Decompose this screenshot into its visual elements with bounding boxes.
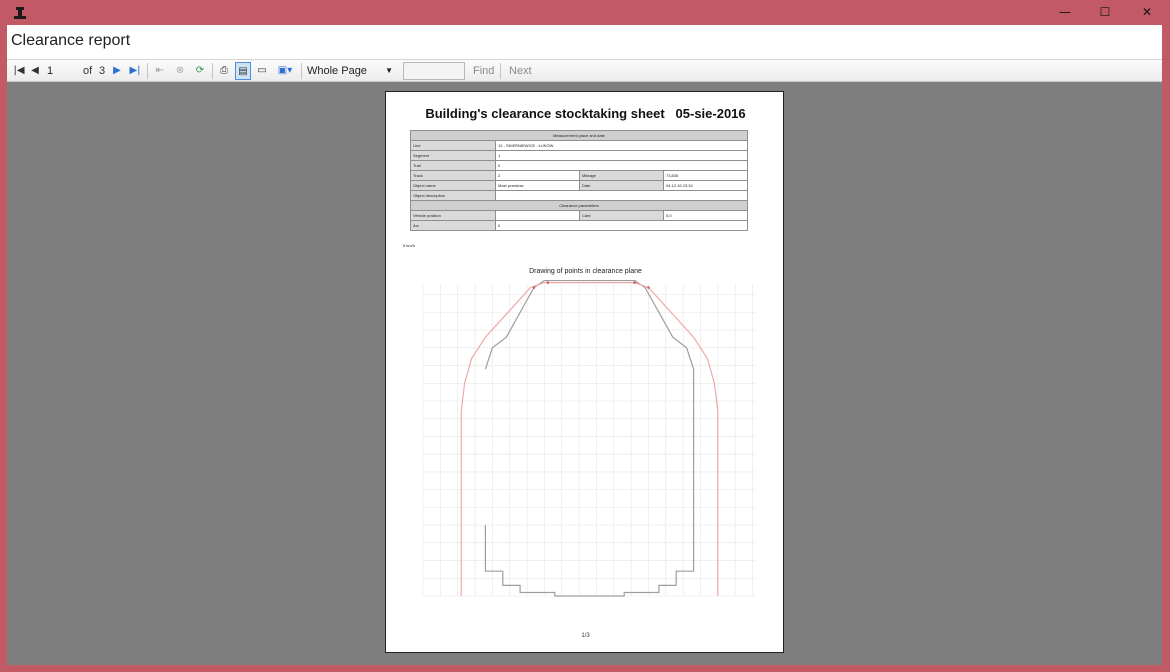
speed-note: 5 km/h xyxy=(403,243,416,248)
zoom-select[interactable]: Whole Page ▼ xyxy=(307,62,397,80)
mileage-label: Mileage xyxy=(579,170,664,181)
series-line-1 xyxy=(460,281,719,596)
clearance-params-header: Clearance parameters xyxy=(410,200,748,211)
segment-value: 1 xyxy=(495,150,748,161)
vehicle-position-value xyxy=(495,210,580,221)
next-button[interactable]: Next xyxy=(509,62,532,80)
title-bar: — ☐ ✕ xyxy=(0,0,1170,25)
data-point xyxy=(546,281,550,284)
find-input[interactable] xyxy=(403,62,465,80)
trail-label: Trail xyxy=(410,160,496,171)
report-title-text: Building's clearance stocktaking sheet xyxy=(425,106,665,121)
close-button[interactable]: ✕ xyxy=(1126,0,1168,25)
report-toolbar: |◀ ◀ of 3 ▶ ▶| ⇤ ⊗ ⟳ ⎙ ▤ ▭ ▣▾ Whole Page… xyxy=(7,59,1162,82)
segment-label: Segment xyxy=(410,150,496,161)
stop-icon[interactable]: ⊗ xyxy=(172,62,188,80)
data-point xyxy=(532,286,536,289)
page-number-footer: 1/3 xyxy=(581,633,590,639)
zoom-value: Whole Page xyxy=(307,65,367,77)
app-icon xyxy=(14,7,26,19)
chart-title: Drawing of points in clearance plane xyxy=(529,268,642,275)
object-description-label: Object description xyxy=(410,190,496,201)
object-name-label: Object name xyxy=(410,180,496,191)
vehicle-position-label: Vehicle position xyxy=(410,210,496,221)
refresh-icon[interactable]: ⟳ xyxy=(192,62,208,80)
mileage-value: 73,835 xyxy=(663,170,748,181)
arc-value: 0 xyxy=(495,220,748,231)
export-icon[interactable]: ▣▾ xyxy=(273,62,297,80)
clearance-chart xyxy=(422,280,756,597)
back-icon[interactable]: ⇤ xyxy=(152,62,168,80)
window-client-area: Clearance report |◀ ◀ of 3 ▶ ▶| ⇤ ⊗ ⟳ ⎙ … xyxy=(7,25,1162,665)
minimize-button[interactable]: — xyxy=(1044,0,1086,25)
last-page-icon[interactable]: ▶| xyxy=(127,62,143,80)
cant-label: Cant xyxy=(579,210,664,221)
line-value: 12 - SKIERNIEWICE - ŁUKÓW xyxy=(495,140,748,151)
page-number-input[interactable] xyxy=(47,62,79,80)
next-page-icon[interactable]: ▶ xyxy=(109,62,125,80)
report-page: Building's clearance stocktaking sheet 0… xyxy=(385,91,784,653)
first-page-icon[interactable]: |◀ xyxy=(11,62,27,80)
trail-value: 0 xyxy=(495,160,748,171)
print-icon[interactable]: ⎙ xyxy=(216,62,232,80)
window-title: Clearance report xyxy=(11,32,131,49)
series-line-0 xyxy=(484,280,695,597)
print-layout-icon[interactable]: ▤ xyxy=(235,62,251,80)
maximize-button[interactable]: ☐ xyxy=(1084,0,1126,25)
previous-page-icon[interactable]: ◀ xyxy=(27,62,43,80)
data-point xyxy=(647,286,650,289)
find-button[interactable]: Find xyxy=(473,62,494,80)
data-point xyxy=(633,281,636,284)
page-of-label: of xyxy=(83,65,93,77)
chevron-down-icon: ▼ xyxy=(385,66,393,75)
measurement-table: Measurement place and date Line 12 - SKI… xyxy=(410,130,748,231)
cant-value: 5,0 xyxy=(663,210,748,221)
object-description-value xyxy=(495,190,748,201)
line-label: Line xyxy=(410,140,496,151)
track-value: 2 xyxy=(495,170,580,181)
date-label: Date xyxy=(579,180,664,191)
report-date: 05-sie-2016 xyxy=(675,106,746,121)
object-name-value: Most przeslow xyxy=(495,180,580,191)
page-setup-icon[interactable]: ▭ xyxy=(254,62,270,80)
report-title: Building's clearance stocktaking sheet 0… xyxy=(386,106,785,121)
measurement-header: Measurement place and date xyxy=(410,130,748,141)
date-value: 04.12.16 23:34 xyxy=(663,180,748,191)
track-label: Track xyxy=(410,170,496,181)
arc-label: Arc xyxy=(410,220,496,231)
page-total-label: 3 xyxy=(99,65,106,77)
header-strip: Clearance report xyxy=(7,25,1162,59)
